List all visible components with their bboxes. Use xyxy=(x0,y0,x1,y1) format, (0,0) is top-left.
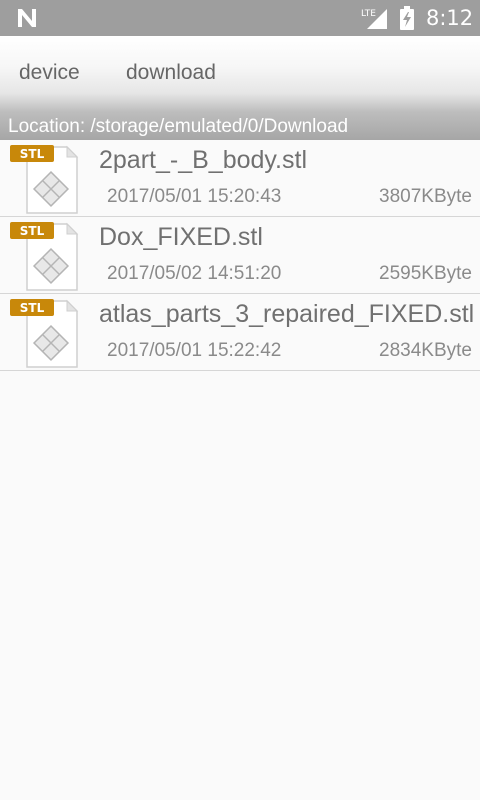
status-bar: LTE 8:12 xyxy=(0,0,480,36)
stl-file-icon: STL xyxy=(10,145,79,214)
clock: 8:12 xyxy=(426,6,474,30)
file-name: 2part_-_B_body.stl xyxy=(99,146,307,174)
file-date: 2017/05/02 14:51:20 xyxy=(107,263,282,284)
file-size: 3807KByte xyxy=(379,186,472,207)
battery-charging-icon xyxy=(400,6,414,30)
stl-file-icon: STL xyxy=(10,222,79,291)
tab-download[interactable]: download xyxy=(126,58,216,88)
file-name: Dox_FIXED.stl xyxy=(99,223,263,251)
toolbar: device download xyxy=(0,36,480,112)
file-date: 2017/05/01 15:22:42 xyxy=(107,340,282,361)
file-list: STL 2part_-_B_body.stl 2017/05/01 15:20:… xyxy=(0,140,480,371)
stl-badge-label: STL xyxy=(20,301,45,315)
stl-badge-label: STL xyxy=(20,147,45,161)
location-path: Location: /storage/emulated/0/Download xyxy=(8,116,349,137)
location-bar: Location: /storage/emulated/0/Download xyxy=(0,112,480,140)
stl-file-icon: STL xyxy=(10,299,79,368)
file-row[interactable]: STL 2part_-_B_body.stl 2017/05/01 15:20:… xyxy=(0,140,480,217)
file-date: 2017/05/01 15:20:43 xyxy=(107,186,282,207)
file-row[interactable]: STL atlas_parts_3_repaired_FIXED.stl 201… xyxy=(0,294,480,371)
n-logo-icon xyxy=(18,9,36,27)
stl-badge-label: STL xyxy=(20,224,45,238)
lte-signal-icon: LTE xyxy=(361,9,387,29)
file-name: atlas_parts_3_repaired_FIXED.stl xyxy=(99,300,474,328)
network-label: LTE xyxy=(361,9,376,19)
file-size: 2834KByte xyxy=(379,340,472,361)
file-size: 2595KByte xyxy=(379,263,472,284)
tab-device[interactable]: device xyxy=(19,58,80,88)
file-row[interactable]: STL Dox_FIXED.stl 2017/05/02 14:51:20 25… xyxy=(0,217,480,294)
